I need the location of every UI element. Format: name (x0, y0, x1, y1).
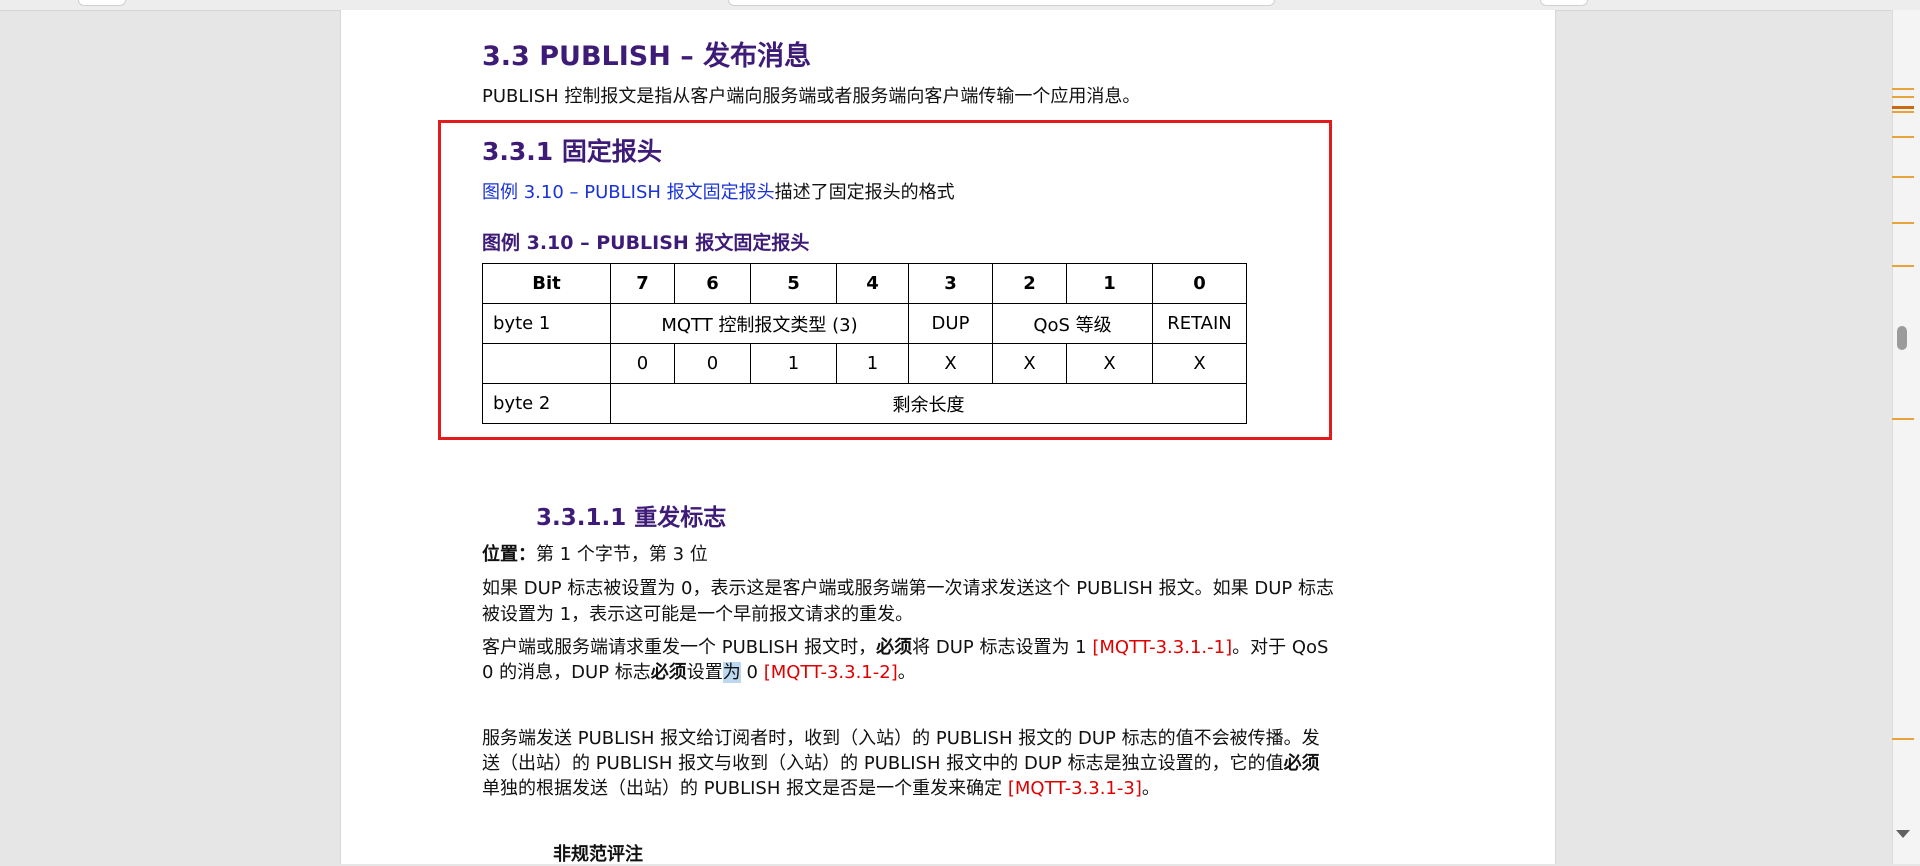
text-span: 单独的根据发送（出站）的 PUBLISH 报文是否是一个重发来确定 (482, 778, 1008, 799)
position-text: 第 1 个字节，第 3 位 (536, 544, 708, 565)
conformance-ref: [MQTT-3.3.1-2] (763, 662, 898, 683)
fixed-header-heading: 3.3.1 固定报头 (482, 137, 662, 166)
search-marker (1892, 222, 1914, 224)
section-heading: 3.3 PUBLISH – 发布消息 (482, 41, 812, 72)
table-row: Bit 7 6 5 4 3 2 1 0 (482, 263, 1247, 304)
text-span: 。 (1141, 778, 1160, 799)
text-span: 设置 (686, 662, 723, 683)
must-keyword: 必须 (876, 637, 913, 658)
search-marker (1892, 111, 1914, 113)
table-cell: 0 (610, 343, 675, 384)
figure-link-suffix: 描述了固定报头的格式 (774, 182, 955, 203)
toolbar-tab[interactable] (78, 0, 126, 6)
table-header-cell: 4 (836, 263, 909, 304)
search-marker (1892, 136, 1914, 138)
table-cell: MQTT 控制报文类型 (3) (610, 303, 909, 344)
text-span: 送（出站）的 PUBLISH 报文与收到（入站）的 PUBLISH 报文中的 D… (482, 753, 1284, 774)
toolbar-find-bar[interactable] (728, 0, 1275, 6)
dup-flag-heading: 3.3.1.1 重发标志 (536, 505, 727, 531)
table-cell: byte 2 (482, 383, 611, 424)
text-span: 。对于 QoS (1232, 637, 1329, 658)
table-cell (482, 343, 611, 384)
dup-paragraph-1-line-2: 被设置为 1，表示这可能是一个早前报文请求的重发。 (482, 604, 914, 625)
table-header-cell: 2 (992, 263, 1067, 304)
table-cell: X (992, 343, 1067, 384)
table-cell: QoS 等级 (992, 303, 1153, 344)
table-row: byte 2 剩余长度 (482, 383, 1247, 424)
scrollbar-thumb[interactable] (1897, 326, 1907, 350)
table-cell: X (1066, 343, 1153, 384)
dup-paragraph-1-line-1: 如果 DUP 标志被设置为 0，表示这是客户端或服务端第一次请求发送这个 PUB… (482, 578, 1334, 599)
text-span: 0 (740, 662, 764, 683)
table-cell: X (1152, 343, 1247, 384)
dup-position-line: 位置：第 1 个字节，第 3 位 (482, 540, 708, 566)
text-span: 。 (897, 662, 916, 683)
table-cell: 1 (750, 343, 837, 384)
search-marker (1892, 265, 1914, 267)
table-header-cell: 5 (750, 263, 837, 304)
dup-paragraph-3-line-3: 单独的根据发送（出站）的 PUBLISH 报文是否是一个重发来确定 [MQTT-… (482, 774, 1160, 800)
dup-paragraph-2-line-2: 0 的消息，DUP 标志必须设置为 0 [MQTT-3.3.1-2]。 (482, 658, 916, 684)
search-marker (1892, 106, 1914, 109)
dup-paragraph-2-line-1: 客户端或服务端请求重发一个 PUBLISH 报文时，必须将 DUP 标志设置为 … (482, 633, 1328, 659)
search-marker (1892, 96, 1914, 98)
search-marker (1892, 418, 1914, 420)
table-header-cell: 6 (674, 263, 751, 304)
conformance-ref: [MQTT-3.3.1-3] (1007, 778, 1142, 799)
dup-paragraph-3-line-2: 送（出站）的 PUBLISH 报文与收到（入站）的 PUBLISH 报文中的 D… (482, 749, 1320, 775)
must-keyword: 必须 (650, 662, 687, 683)
conformance-ref: [MQTT-3.3.1.-1] (1092, 637, 1233, 658)
table-cell: byte 1 (482, 303, 611, 344)
text-span: 0 的消息，DUP 标志 (482, 662, 651, 683)
figure-link[interactable]: 图例 3.10 – PUBLISH 报文固定报头 (482, 182, 775, 203)
toolbar-tab[interactable] (1540, 0, 1588, 6)
position-label: 位置： (482, 544, 536, 565)
must-keyword: 必须 (1283, 753, 1320, 774)
text-selection[interactable]: 为 (722, 662, 741, 683)
text-span: 将 DUP 标志设置为 1 (912, 637, 1093, 658)
table-row: byte 1 MQTT 控制报文类型 (3) DUP QoS 等级 RETAIN (482, 303, 1247, 344)
search-marker (1892, 176, 1914, 178)
vertical-scrollbar[interactable] (1892, 10, 1920, 864)
table-header-cell: 7 (610, 263, 675, 304)
table-header-cell: 3 (908, 263, 993, 304)
search-marker (1892, 738, 1914, 740)
scroll-down-arrow-icon[interactable] (1896, 830, 1910, 838)
figure-caption: 图例 3.10 – PUBLISH 报文固定报头 (482, 232, 810, 254)
table-cell: X (908, 343, 993, 384)
text-span: 客户端或服务端请求重发一个 PUBLISH 报文时， (482, 637, 877, 658)
table-cell: RETAIN (1152, 303, 1247, 344)
fixed-header-table: Bit 7 6 5 4 3 2 1 0 byte 1 MQTT 控制报文类型 (… (482, 263, 1247, 424)
table-cell: 0 (674, 343, 751, 384)
table-cell: 1 (836, 343, 909, 384)
non-normative-note-heading: 非规范评注 (553, 844, 643, 865)
document-page: 3.3 PUBLISH – 发布消息 PUBLISH 控制报文是指从客户端向服务… (340, 10, 1556, 865)
fixed-header-intro: 图例 3.10 – PUBLISH 报文固定报头描述了固定报头的格式 (482, 178, 955, 204)
table-row: 0 0 1 1 X X X X (482, 343, 1247, 384)
table-header-cell: Bit (482, 263, 611, 304)
table-cell: DUP (908, 303, 993, 344)
table-cell: 剩余长度 (610, 383, 1247, 424)
search-marker (1892, 88, 1914, 90)
table-header-cell: 1 (1066, 263, 1153, 304)
section-intro: PUBLISH 控制报文是指从客户端向服务端或者服务端向客户端传输一个应用消息。 (482, 86, 1141, 107)
dup-paragraph-3-line-1: 服务端发送 PUBLISH 报文给订阅者时，收到（入站）的 PUBLISH 报文… (482, 728, 1320, 749)
table-header-cell: 0 (1152, 263, 1247, 304)
